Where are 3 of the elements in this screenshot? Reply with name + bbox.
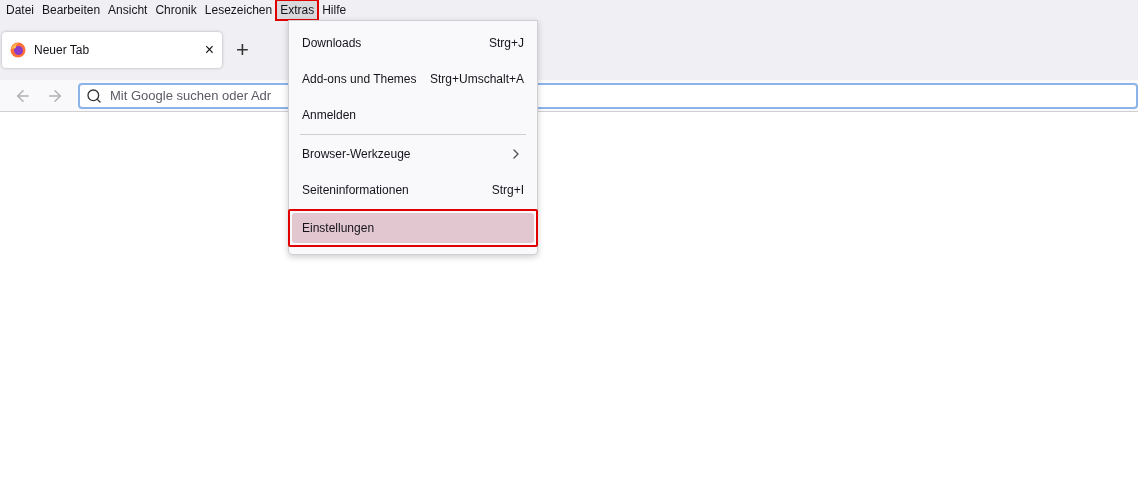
tab-title: Neuer Tab: [34, 42, 91, 59]
shortcut-text: Strg+J: [489, 35, 524, 52]
shortcut-text: Strg+I: [491, 182, 524, 199]
